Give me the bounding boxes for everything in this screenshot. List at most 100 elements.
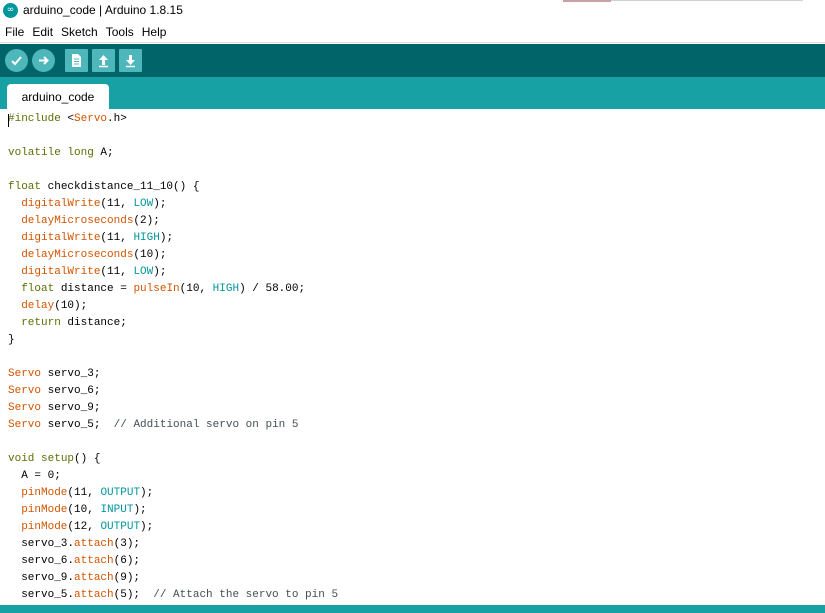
code-token: return (21, 317, 61, 329)
toolbar (0, 44, 825, 77)
code-token: float (8, 181, 42, 193)
code-token: A = 0; (8, 470, 61, 482)
code-token: (3); (113, 538, 141, 550)
text-cursor (8, 114, 9, 127)
save-button[interactable] (119, 49, 142, 72)
menu-edit[interactable]: Edit (32, 25, 53, 39)
code-line: servo_6.attach(6); (8, 553, 338, 570)
code-token: attach (74, 555, 114, 567)
code-token: (10, (67, 504, 101, 516)
code-token: (10, (179, 283, 213, 295)
menu-bar: File Edit Sketch Tools Help (0, 22, 825, 43)
checkmark-icon (11, 56, 22, 66)
code-token: distance; (60, 317, 127, 329)
code-token: HIGH (212, 283, 240, 295)
code-line: float distance = pulseIn(10, HIGH) / 58.… (8, 281, 338, 298)
code-token: checkdistance_11_10() { (41, 181, 200, 193)
code-token: attach (74, 572, 114, 584)
code-token: (6); (113, 555, 141, 567)
tab-arduino-code[interactable]: arduino_code (7, 84, 109, 109)
code-line: delayMicroseconds(2); (8, 213, 338, 230)
code-token: servo_9; (41, 402, 101, 414)
code-token: servo_9. (8, 572, 75, 584)
code-token: #include (8, 113, 68, 125)
code-token: pulseIn (133, 283, 180, 295)
title-bar: ∞ arduino_code | Arduino 1.8.15 (0, 0, 825, 22)
code-token: () { (74, 453, 101, 465)
code-token: attach (74, 589, 114, 601)
title-bar-accent (563, 0, 611, 2)
code-token: servo_6; (41, 385, 101, 397)
new-button[interactable] (65, 49, 88, 72)
code-token: Servo (8, 419, 42, 431)
code-line: pinMode(10, INPUT); (8, 502, 338, 519)
code-token: distance = (54, 283, 134, 295)
code-token: Servo (74, 113, 108, 125)
code-line: pinMode(11, OUTPUT); (8, 485, 338, 502)
code-line: Servo servo_3; (8, 366, 338, 383)
code-line: A = 0; (8, 468, 338, 485)
code-token: ); (153, 198, 167, 210)
menu-tools[interactable]: Tools (106, 25, 134, 39)
arrow-right-icon (39, 56, 49, 65)
code-token: (10); (54, 300, 88, 312)
code-token: pinMode (21, 487, 68, 499)
menu-file[interactable]: File (5, 25, 24, 39)
code-line: delayMicroseconds(10); (8, 247, 338, 264)
code-line: servo_5.attach(5); // Attach the servo t… (8, 587, 338, 604)
code-token: delay (21, 300, 55, 312)
menu-sketch[interactable]: Sketch (61, 25, 98, 39)
code-token: (11, (100, 198, 134, 210)
arrow-down-icon (126, 55, 135, 68)
code-line: digitalWrite(11, LOW); (8, 264, 338, 281)
code-token: float (21, 283, 55, 295)
code-token: digitalWrite (21, 266, 101, 278)
code-line: void setup() { (8, 451, 338, 468)
code-token: // Attach the servo to pin 5 (153, 589, 339, 601)
code-line: pinMode(12, OUTPUT); (8, 519, 338, 536)
code-token: (12, (67, 521, 101, 533)
code-token: .h> (107, 113, 127, 125)
code-line: delay(10); (8, 298, 338, 315)
code-token: OUTPUT (100, 521, 141, 533)
code-token: HIGH (133, 232, 160, 244)
code-line: volatile long A; (8, 145, 338, 162)
upload-button[interactable] (32, 49, 55, 72)
open-button[interactable] (92, 49, 115, 72)
code-token: digitalWrite (21, 198, 101, 210)
code-token: ); (133, 504, 147, 516)
code-line: Servo servo_5; // Additional servo on pi… (8, 417, 338, 434)
code-token: pinMode (21, 521, 68, 533)
code-token: (11, (100, 266, 134, 278)
verify-button[interactable] (5, 49, 28, 72)
code-token: Servo (8, 368, 42, 380)
code-token: // Additional servo on pin 5 (113, 419, 299, 431)
window-title: arduino_code | Arduino 1.8.15 (23, 3, 183, 17)
code-token: ); (140, 487, 154, 499)
code-editor[interactable]: #include <Servo.h> volatile long A; floa… (0, 109, 825, 605)
code-token: (9); (113, 572, 141, 584)
code-token: digitalWrite (21, 232, 101, 244)
code-token: LOW (133, 266, 154, 278)
code-line: digitalWrite(11, LOW); (8, 196, 338, 213)
status-bar (0, 605, 825, 613)
code-token: attach (74, 538, 114, 550)
menu-help[interactable]: Help (142, 25, 167, 39)
code-token: ) / 58.00; (239, 283, 306, 295)
code-token: (11, (100, 232, 134, 244)
code-token: (11, (67, 487, 101, 499)
code-token: Servo (8, 402, 42, 414)
title-bar-divider (611, 0, 803, 1)
code-token: long (67, 147, 94, 159)
code-line: } (8, 332, 338, 349)
code-text-area[interactable]: #include <Servo.h> volatile long A; floa… (8, 111, 338, 604)
